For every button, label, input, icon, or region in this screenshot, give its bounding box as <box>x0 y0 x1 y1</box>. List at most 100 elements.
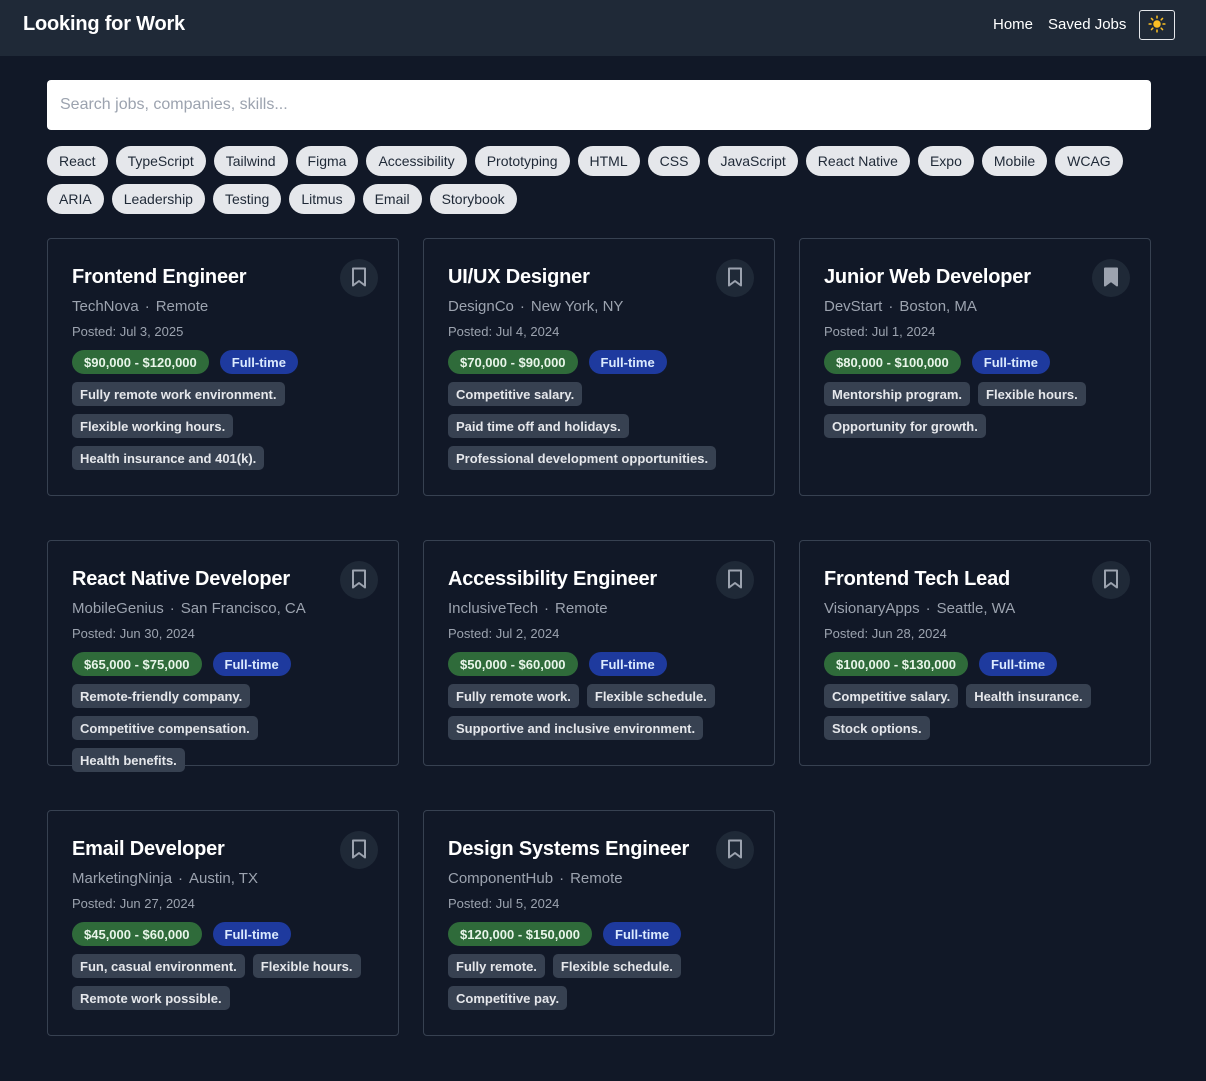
job-location: New York, NY <box>530 298 624 315</box>
nav-saved-jobs-link[interactable]: Saved Jobs <box>1048 16 1126 33</box>
job-meta: ComponentHub · Remote <box>448 870 750 888</box>
nav-home-link[interactable]: Home <box>993 16 1033 33</box>
posted-date: Posted: Jul 1, 2024 <box>824 324 936 339</box>
benefit-chip: Flexible hours. <box>252 954 361 978</box>
benefit-chip: Health insurance. <box>966 684 1091 708</box>
company-name: DevStart <box>824 298 883 315</box>
job-type-badge: Full-time <box>212 922 291 946</box>
benefit-chip: Fully remote work environment. <box>72 382 285 406</box>
job-title: React Native Developer <box>72 568 290 590</box>
salary-badge: $65,000 - $75,000 <box>72 652 202 676</box>
job-type-badge: Full-time <box>588 350 667 374</box>
salary-badge: $90,000 - $120,000 <box>72 350 209 374</box>
job-location: Remote <box>555 600 608 617</box>
bookmark-button[interactable] <box>340 831 378 869</box>
bookmark-button[interactable] <box>1092 259 1130 297</box>
skill-tag[interactable]: Mobile <box>981 146 1048 176</box>
company-name: TechNova <box>72 298 139 315</box>
benefit-chip: Competitive pay. <box>448 986 568 1010</box>
job-title: Junior Web Developer <box>824 266 1031 288</box>
benefit-chip: Opportunity for growth. <box>824 414 986 438</box>
skill-tag[interactable]: Figma <box>295 146 359 176</box>
posted-date: Posted: Jun 30, 2024 <box>72 626 195 641</box>
job-badges: $65,000 - $75,000 Full-time <box>72 652 374 676</box>
job-badges: $70,000 - $90,000 Full-time <box>448 350 750 374</box>
job-location: San Francisco, CA <box>180 600 306 617</box>
job-card[interactable]: Frontend Tech Lead VisionaryApps · Seattle,… <box>799 540 1151 766</box>
job-card[interactable]: Junior Web Developer DevStart · Boston, MA P… <box>799 238 1151 496</box>
salary-badge: $50,000 - $60,000 <box>448 652 578 676</box>
job-meta: InclusiveTech · Remote <box>448 600 750 618</box>
bookmark-icon <box>1103 267 1119 290</box>
job-meta: DevStart · Boston, MA <box>824 298 1126 316</box>
job-badges: $45,000 - $60,000 Full-time <box>72 922 374 946</box>
company-name: MarketingNinja <box>72 870 173 887</box>
benefits-list: Fun, casual environment. Flexible hours. R… <box>72 954 374 1010</box>
skill-tag[interactable]: TypeScript <box>115 146 206 176</box>
bookmark-icon <box>727 839 743 862</box>
posted-date: Posted: Jul 4, 2024 <box>448 324 560 339</box>
skill-tag[interactable]: Leadership <box>111 184 205 214</box>
salary-badge: $80,000 - $100,000 <box>824 350 961 374</box>
search-input[interactable] <box>47 80 1151 130</box>
benefits-list: Fully remote. Flexible schedule. Competiti… <box>448 954 750 1010</box>
job-badges: $80,000 - $100,000 Full-time <box>824 350 1126 374</box>
benefit-chip: Flexible schedule. <box>552 954 681 978</box>
job-card[interactable]: Frontend Engineer TechNova · Remote Posted: … <box>47 238 399 496</box>
job-location: Seattle, WA <box>936 600 1016 617</box>
job-card[interactable]: Design Systems Engineer ComponentHub · Remo… <box>423 810 775 1036</box>
skill-tag[interactable]: ARIA <box>47 184 104 214</box>
bookmark-button[interactable] <box>716 561 754 599</box>
bookmark-icon <box>351 267 367 290</box>
bookmark-button[interactable] <box>716 831 754 869</box>
job-type-badge: Full-time <box>603 922 682 946</box>
benefit-chip: Flexible hours. <box>978 382 1086 406</box>
skill-filter-tags: React TypeScript Tailwind Figma Accessibilit… <box>47 146 1157 214</box>
separator-dot: · <box>169 600 175 617</box>
skill-tag[interactable]: JavaScript <box>708 146 798 176</box>
bookmark-icon <box>1103 569 1119 592</box>
skill-tag[interactable]: React <box>47 146 108 176</box>
job-card[interactable]: Email Developer MarketingNinja · Austin, TX… <box>47 810 399 1036</box>
job-meta: MobileGenius · San Francisco, CA <box>72 600 374 618</box>
job-card[interactable]: React Native Developer MobileGenius · San F… <box>47 540 399 772</box>
job-card[interactable]: Accessibility Engineer InclusiveTech · Remo… <box>423 540 775 766</box>
company-name: VisionaryApps <box>824 600 920 617</box>
job-meta: TechNova · Remote <box>72 298 374 316</box>
skill-tag[interactable]: WCAG <box>1055 146 1123 176</box>
skill-tag[interactable]: CSS <box>647 146 701 176</box>
skill-tag[interactable]: Email <box>362 184 422 214</box>
skill-tag[interactable]: React Native <box>805 146 910 176</box>
bookmark-button[interactable] <box>340 259 378 297</box>
salary-badge: $70,000 - $90,000 <box>448 350 578 374</box>
skill-tag[interactable]: HTML <box>577 146 640 176</box>
bookmark-icon <box>727 267 743 290</box>
bookmark-button[interactable] <box>716 259 754 297</box>
posted-date: Posted: Jun 28, 2024 <box>824 626 947 641</box>
benefit-chip: Remote work possible. <box>72 986 230 1010</box>
skill-tag[interactable]: Prototyping <box>474 146 570 176</box>
benefit-chip: Supportive and inclusive environment. <box>448 716 704 740</box>
job-type-badge: Full-time <box>588 652 667 676</box>
skill-tag[interactable]: Storybook <box>429 184 517 214</box>
job-type-badge: Full-time <box>979 652 1058 676</box>
separator-dot: · <box>144 298 150 315</box>
company-name: InclusiveTech <box>448 600 539 617</box>
company-name: MobileGenius <box>72 600 164 617</box>
job-title: Accessibility Engineer <box>448 568 658 590</box>
skill-tag[interactable]: Accessibility <box>366 146 467 176</box>
posted-date: Posted: Jul 2, 2024 <box>448 626 560 641</box>
skill-tag[interactable]: Expo <box>917 146 974 176</box>
salary-badge: $100,000 - $130,000 <box>824 652 968 676</box>
skill-tag[interactable]: Tailwind <box>213 146 288 176</box>
job-card[interactable]: UI/UX Designer DesignCo · New York, NY Poste… <box>423 238 775 496</box>
benefits-list: Competitive salary. Paid time off and hol… <box>448 382 750 470</box>
bookmark-button[interactable] <box>1092 561 1130 599</box>
theme-toggle-button[interactable] <box>1139 10 1175 40</box>
posted-date: Posted: Jul 5, 2024 <box>448 896 560 911</box>
skill-tag[interactable]: Litmus <box>289 184 355 214</box>
top-nav-bar: Looking for Work Home Saved Jobs <box>0 0 1206 56</box>
skill-tag[interactable]: Testing <box>212 184 282 214</box>
benefit-chip: Mentorship program. <box>824 382 971 406</box>
bookmark-button[interactable] <box>340 561 378 599</box>
